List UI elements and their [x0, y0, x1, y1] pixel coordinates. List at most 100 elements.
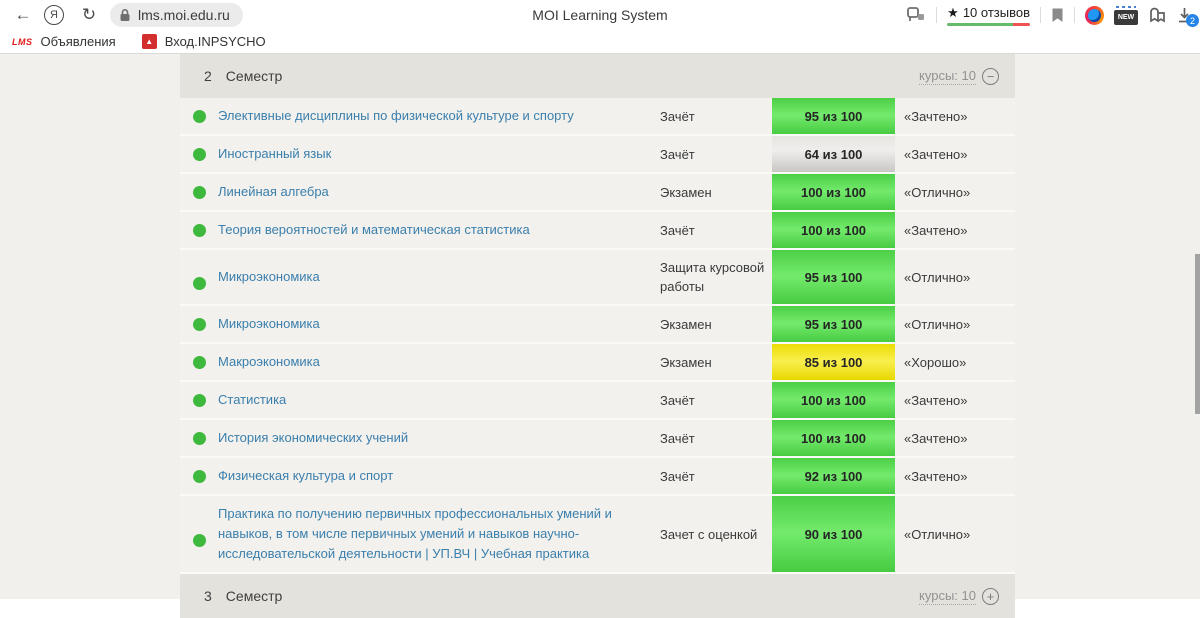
control-type: Экзамен	[660, 354, 712, 370]
course-link[interactable]: Элективные дисциплины по физической куль…	[218, 98, 660, 134]
grade-text: «Отлично»	[904, 526, 971, 542]
status-dot-icon	[192, 109, 206, 123]
bookmark-inpsycho[interactable]: ▲ Вход.INPSYCHO	[141, 34, 266, 49]
score-box: 95 из 100	[772, 250, 895, 304]
reviews-label: 10 отзывов	[962, 5, 1030, 20]
url-text: lms.moi.edu.ru	[138, 7, 230, 23]
course-link[interactable]: Физическая культура и спорт	[218, 458, 660, 494]
status-dot-icon	[192, 469, 206, 483]
table-row: Статистика Зачёт 100 из 100 «Зачтено»	[180, 382, 1015, 420]
semester-number: 3	[204, 588, 212, 604]
control-type: Зачёт	[660, 430, 695, 446]
bookmark-label: Вход.INPSYCHO	[164, 34, 266, 49]
course-link[interactable]: Статистика	[218, 382, 660, 418]
table-row: История экономических учений Зачёт 100 и…	[180, 420, 1015, 458]
browser-toolbar: ← Я ↻ lms.moi.edu.ru MOI Learning System…	[0, 0, 1200, 30]
course-link[interactable]: Иностранный язык	[218, 136, 660, 172]
course-link[interactable]: Микроэкономика	[218, 306, 660, 342]
control-type: Зачет с оценкой	[660, 526, 758, 542]
status-dot-icon	[192, 393, 206, 407]
courses-count-link[interactable]: курсы: 10	[919, 68, 976, 85]
downloads-button[interactable]: 2	[1177, 7, 1199, 27]
grade-text: «Зачтено»	[904, 430, 968, 446]
separator	[936, 7, 938, 23]
yandex-browser-icon[interactable]: Я	[44, 5, 64, 25]
bookmark-label: Объявления	[40, 34, 116, 49]
status-dot-icon	[192, 355, 206, 369]
status-dot-icon	[192, 317, 206, 331]
grade-text: «Отлично»	[904, 316, 971, 332]
lock-icon	[120, 9, 130, 21]
grade-text: «Хорошо»	[904, 354, 967, 370]
control-type: Экзамен	[660, 316, 712, 332]
extension-new-icon[interactable]: NEW	[1114, 5, 1138, 25]
course-link[interactable]: Макроэкономика	[218, 344, 660, 380]
bookmark-announcements[interactable]: LMS Объявления	[12, 34, 116, 49]
expand-icon[interactable]: +	[982, 587, 999, 605]
separator	[1040, 7, 1041, 23]
semester-number: 2	[204, 68, 212, 84]
semester-3-header: 3 Семестр курсы: 10 +	[180, 574, 1015, 618]
control-type: Зачёт	[660, 392, 695, 408]
feedback-icon[interactable]	[906, 6, 926, 24]
course-link[interactable]: Линейная алгебра	[218, 174, 660, 210]
course-link[interactable]: Теория вероятностей и математическая ста…	[218, 212, 660, 248]
refresh-button[interactable]: ↻	[76, 2, 102, 28]
course-link[interactable]: История экономических учений	[218, 420, 660, 456]
control-type: Экзамен	[660, 184, 712, 200]
status-dot-icon	[192, 276, 206, 290]
score-box: 85 из 100	[772, 344, 895, 380]
control-type: Зачёт	[660, 222, 695, 238]
score-box: 100 из 100	[772, 420, 895, 456]
score-box: 90 из 100	[772, 496, 895, 572]
lms-page: 2 Семестр курсы: 10 − Элективные дисципл…	[0, 54, 1200, 618]
grade-text: «Зачтено»	[904, 392, 968, 408]
control-type: Зачёт	[660, 146, 695, 162]
grade-text: «Зачтено»	[904, 146, 968, 162]
grade-text: «Отлично»	[904, 269, 971, 285]
collections-icon[interactable]	[1148, 7, 1167, 24]
table-row: Физическая культура и спорт Зачёт 92 из …	[180, 458, 1015, 496]
table-row: Микроэкономика Экзамен 95 из 100 «Отличн…	[180, 306, 1015, 344]
control-type: Зачёт	[660, 468, 695, 484]
course-link[interactable]: Микроэкономика	[218, 259, 660, 295]
address-bar[interactable]: lms.moi.edu.ru	[110, 3, 243, 27]
status-dot-icon	[192, 147, 206, 161]
control-type: Защита курсовой работы	[660, 260, 765, 294]
score-box: 100 из 100	[772, 212, 895, 248]
status-dot-icon	[192, 185, 206, 199]
table-row: Иностранный язык Зачёт 64 из 100 «Зачтен…	[180, 136, 1015, 174]
course-link[interactable]: Практика по получению первичных професси…	[218, 496, 660, 572]
star-icon: ★	[947, 4, 959, 20]
collapse-icon[interactable]: −	[982, 67, 999, 85]
score-box: 95 из 100	[772, 98, 895, 134]
status-dot-icon	[192, 533, 206, 547]
vertical-scrollbar[interactable]	[1195, 254, 1200, 414]
table-row: Макроэкономика Экзамен 85 из 100 «Хорошо…	[180, 344, 1015, 382]
grade-text: «Отлично»	[904, 184, 971, 200]
score-box: 95 из 100	[772, 306, 895, 342]
score-box: 64 из 100	[772, 136, 895, 172]
status-dot-icon	[192, 223, 206, 237]
course-table-body: Элективные дисциплины по физической куль…	[180, 98, 1015, 574]
grade-text: «Зачтено»	[904, 108, 968, 124]
reviews-bar	[947, 22, 1030, 26]
score-box: 100 из 100	[772, 174, 895, 210]
table-row: Теория вероятностей и математическая ста…	[180, 212, 1015, 250]
semester-2-header: 2 Семестр курсы: 10 −	[180, 54, 1015, 98]
extension-zen-icon[interactable]	[1085, 5, 1104, 25]
table-row: Практика по получению первичных професси…	[180, 496, 1015, 574]
lms-logo-icon: LMS	[12, 36, 33, 47]
score-box: 92 из 100	[772, 458, 895, 494]
semester-title: Семестр	[225, 68, 283, 84]
grade-text: «Зачтено»	[904, 222, 968, 238]
bookmark-icon[interactable]	[1051, 7, 1064, 23]
table-row: Микроэкономика Защита курсовой работы 95…	[180, 250, 1015, 306]
toolbar-right-icons: ★ 10 отзывов NEW 2	[906, 0, 1199, 30]
separator	[1074, 7, 1075, 23]
back-button[interactable]: ←	[10, 2, 36, 28]
score-box: 100 из 100	[772, 382, 895, 418]
table-row: Элективные дисциплины по физической куль…	[180, 98, 1015, 136]
courses-count-link[interactable]: курсы: 10	[919, 588, 976, 605]
reviews-rating[interactable]: ★ 10 отзывов	[947, 5, 1030, 26]
